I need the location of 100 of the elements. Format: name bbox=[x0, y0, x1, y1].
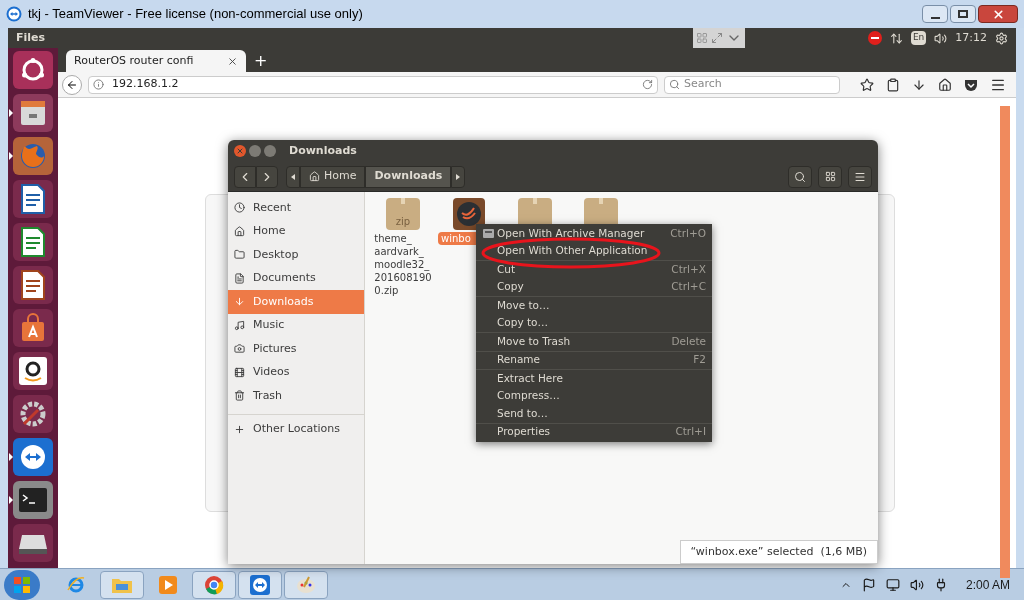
amazon-icon[interactable] bbox=[13, 352, 53, 390]
search-field[interactable]: Search bbox=[664, 75, 840, 94]
menu-item[interactable]: Cut Ctrl+X bbox=[476, 261, 712, 279]
shortcut-label: Ctrl+I bbox=[675, 424, 706, 440]
menu-item[interactable]: Move to Trash Delete bbox=[476, 333, 712, 351]
forward-button[interactable] bbox=[256, 165, 278, 188]
back-button[interactable] bbox=[234, 165, 256, 188]
plus-icon bbox=[234, 424, 245, 435]
path-button[interactable]: Home bbox=[300, 165, 366, 188]
taskbar-teamviewer-button[interactable] bbox=[238, 570, 282, 599]
sidebar-item[interactable]: Desktop bbox=[228, 243, 364, 267]
documents-icon bbox=[234, 272, 245, 284]
sidebar-item[interactable]: Home bbox=[228, 219, 364, 243]
new-tab-button[interactable]: + bbox=[246, 50, 276, 72]
close-tab-icon[interactable] bbox=[227, 55, 238, 67]
browser-tab[interactable]: RouterOS router confi bbox=[66, 50, 246, 72]
menu-item[interactable]: Rename F2 bbox=[476, 351, 712, 369]
menu-item[interactable]: Open With Other Application bbox=[476, 242, 712, 260]
file-name: winbo bbox=[441, 232, 471, 245]
chrome-icon bbox=[204, 574, 224, 595]
menu-item[interactable]: Copy to… bbox=[476, 314, 712, 332]
sidebar-item[interactable]: Documents bbox=[228, 266, 364, 290]
volume-icon[interactable] bbox=[934, 31, 948, 45]
shopping-bag-icon[interactable] bbox=[13, 309, 53, 347]
firefox-icon[interactable] bbox=[13, 137, 53, 175]
teamviewer-icon bbox=[250, 574, 270, 595]
menu-item[interactable]: Compress… bbox=[476, 387, 712, 405]
bookmark-star-icon[interactable] bbox=[860, 77, 874, 92]
file-name: theme_ bbox=[374, 232, 412, 245]
file-name: moodle32_ bbox=[374, 258, 430, 271]
menu-item[interactable]: Move to… bbox=[476, 297, 712, 315]
menu-item[interactable]: Open With Archive Manager Ctrl+O bbox=[476, 225, 712, 243]
panel-clock[interactable]: 17:12 bbox=[955, 29, 987, 47]
network-arrows-icon[interactable] bbox=[889, 31, 903, 45]
music-icon bbox=[234, 319, 245, 331]
recent-icon bbox=[234, 202, 245, 214]
clipboard-icon[interactable] bbox=[886, 77, 900, 92]
ubuntu-logo-icon[interactable] bbox=[13, 51, 53, 89]
terminal-icon[interactable] bbox=[13, 481, 53, 519]
back-arrow-icon bbox=[66, 78, 78, 91]
url-text: 192.168.1.2 bbox=[112, 76, 179, 93]
home-icon bbox=[234, 225, 245, 237]
trash-icon bbox=[234, 390, 245, 402]
file-type-label: zip bbox=[395, 215, 411, 229]
sidebar-item[interactable]: Pictures bbox=[228, 337, 364, 361]
menu-item[interactable]: Send to… bbox=[476, 405, 712, 423]
wrench-gear-icon[interactable] bbox=[13, 395, 53, 433]
search-icon bbox=[794, 170, 806, 183]
close-button[interactable] bbox=[978, 5, 1018, 23]
menu-item[interactable]: Properties Ctrl+I bbox=[476, 423, 712, 441]
sidebar-item[interactable]: Videos bbox=[228, 360, 364, 384]
hard-drive-icon[interactable] bbox=[13, 524, 53, 562]
path-right-button[interactable] bbox=[451, 165, 466, 188]
start-button[interactable] bbox=[4, 569, 40, 600]
shortcut-label: Delete bbox=[671, 333, 706, 349]
search-icon bbox=[669, 79, 680, 90]
palette-icon bbox=[295, 574, 317, 595]
shortcut-label: Ctrl+O bbox=[670, 225, 706, 241]
taskbar-clock[interactable]: 2:00 AM bbox=[965, 575, 1010, 594]
path-button[interactable]: Downloads bbox=[365, 165, 452, 188]
volume-icon[interactable] bbox=[909, 577, 924, 592]
keyboard-layout-indicator[interactable]: En bbox=[910, 31, 927, 45]
file-name: 0.zip bbox=[374, 284, 399, 297]
spreadsheet-icon[interactable] bbox=[13, 223, 53, 261]
menu-item[interactable]: Extract Here bbox=[476, 370, 712, 388]
network-icon[interactable] bbox=[885, 577, 900, 592]
settings-icon[interactable] bbox=[995, 31, 1008, 45]
grid-view-button[interactable] bbox=[818, 165, 842, 188]
reload-icon[interactable] bbox=[642, 79, 653, 90]
download-icon[interactable] bbox=[912, 77, 926, 92]
downloads-icon bbox=[234, 296, 245, 308]
search-button[interactable] bbox=[788, 165, 812, 188]
app-icon[interactable] bbox=[453, 198, 485, 230]
shield-icon[interactable] bbox=[964, 77, 978, 92]
search-input[interactable]: Search bbox=[684, 76, 824, 93]
shortcut-label: F2 bbox=[693, 352, 706, 368]
info-icon[interactable] bbox=[93, 79, 104, 90]
sidebar-item[interactable]: Other Locations bbox=[228, 418, 364, 441]
menu-button[interactable] bbox=[848, 165, 872, 188]
back-button[interactable] bbox=[62, 74, 82, 95]
maximize-button[interactable] bbox=[950, 5, 976, 23]
presentation-icon[interactable] bbox=[13, 266, 53, 304]
teamviewer-icon[interactable] bbox=[13, 438, 53, 476]
home-icon[interactable] bbox=[938, 77, 952, 92]
sidebar-item[interactable]: Trash bbox=[228, 384, 364, 408]
no-entry-icon[interactable] bbox=[867, 31, 882, 45]
sidebar-item[interactable]: Music bbox=[228, 313, 364, 337]
document-icon[interactable] bbox=[13, 180, 53, 218]
menu-item[interactable]: Copy Ctrl+C bbox=[476, 278, 712, 296]
address-field[interactable]: 192.168.1.2 bbox=[88, 75, 658, 94]
menu-icon bbox=[854, 170, 866, 183]
flag-icon[interactable] bbox=[861, 577, 876, 592]
taskbar-chrome-button[interactable] bbox=[192, 570, 236, 599]
minimize-button[interactable] bbox=[922, 5, 948, 23]
path-left-button[interactable] bbox=[286, 165, 300, 188]
scrollbar-thumb[interactable] bbox=[1000, 106, 1010, 578]
sidebar-item[interactable]: Recent bbox=[228, 196, 364, 220]
file-cabinet-icon[interactable] bbox=[13, 94, 53, 132]
taskbar-folder-button[interactable] bbox=[100, 570, 144, 599]
desktop-icon bbox=[234, 249, 245, 261]
